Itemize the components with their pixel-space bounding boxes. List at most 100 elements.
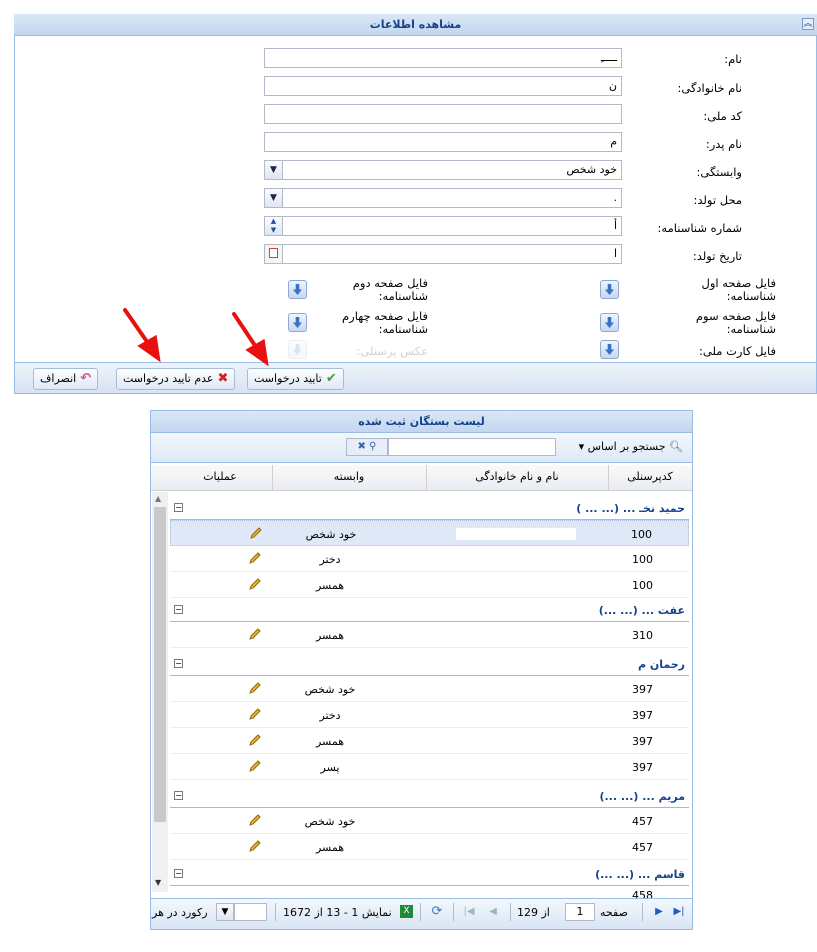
group-header[interactable]: − مریم ... (... ...) <box>170 784 689 808</box>
column-divider[interactable] <box>272 465 273 491</box>
last-page-icon[interactable]: |◀ <box>462 905 476 919</box>
row-name-redacted <box>455 579 575 591</box>
field-label-id-number: شماره شناسنامه: <box>657 221 742 235</box>
collapse-group-icon[interactable]: − <box>174 503 183 512</box>
birth-date-value: ا <box>613 247 617 260</box>
row-name-redacted <box>455 629 575 641</box>
upload-page4-icon[interactable] <box>288 313 307 332</box>
table-row[interactable]: 457 همسر <box>170 834 689 860</box>
column-divider[interactable] <box>426 465 427 491</box>
edit-pencil-icon[interactable] <box>248 759 262 773</box>
first-name-input[interactable]: ـــــِ <box>264 48 622 68</box>
edit-pencil-icon[interactable] <box>248 733 262 747</box>
table-row[interactable]: 397 همسر <box>170 728 689 754</box>
calendar-icon[interactable] <box>265 245 283 263</box>
grid-header: لیست بستگان ثبت شده <box>151 411 692 433</box>
clear-icon[interactable]: ✖ <box>358 441 366 452</box>
edit-pencil-icon[interactable] <box>248 551 262 565</box>
group-header[interactable]: − عفت ... (... ...) <box>170 598 689 622</box>
collapse-icon[interactable]: ︽ <box>802 18 814 30</box>
edit-pencil-icon[interactable] <box>248 577 262 591</box>
undo-icon: ↶ <box>80 371 92 386</box>
scroll-down-icon[interactable]: ▼ <box>155 878 161 887</box>
birth-date-input[interactable]: ا <box>264 244 622 264</box>
id-number-input[interactable]: أ ▲ ▼ <box>264 216 622 236</box>
collapse-group-icon[interactable]: − <box>174 659 183 668</box>
column-header-operations[interactable]: عملیات <box>168 470 272 483</box>
table-row[interactable]: 100 دختر <box>170 546 689 572</box>
edit-pencil-icon[interactable] <box>248 627 262 641</box>
group-header[interactable]: − حمید نخـ ... (... ... ) <box>170 496 689 520</box>
dependency-select[interactable]: خود شخص ▼ <box>264 160 622 180</box>
table-row[interactable]: 100 خود شخص <box>170 520 689 546</box>
chevron-down-icon[interactable]: ▼ <box>265 161 283 179</box>
row-code: 100 <box>632 553 653 566</box>
column-header-code[interactable]: کدپرسنلی <box>608 470 692 483</box>
reject-request-button[interactable]: ✖عدم تایید درخواست <box>116 368 236 390</box>
column-divider[interactable] <box>608 465 609 491</box>
edit-pencil-icon[interactable] <box>248 839 262 853</box>
upload-national-card-icon[interactable] <box>600 340 619 359</box>
table-row[interactable]: 100 همسر <box>170 572 689 598</box>
table-row[interactable]: 310 همسر <box>170 622 689 648</box>
column-header-dependency[interactable]: وابسته <box>272 470 426 483</box>
row-code: 397 <box>632 761 653 774</box>
previous-page-icon[interactable]: ▶ <box>652 905 666 919</box>
upload-photo-icon[interactable] <box>288 340 307 359</box>
group-header[interactable]: − رحمان م <box>170 652 689 676</box>
table-row[interactable]: 397 خود شخص <box>170 676 689 702</box>
search-icon[interactable]: ⚲ <box>369 441 376 452</box>
page-number-input[interactable]: 1 <box>565 903 595 921</box>
dependency-value: خود شخص <box>566 163 617 176</box>
page-size-dropdown-icon[interactable]: ▼ <box>216 903 234 921</box>
upload-page3-icon[interactable] <box>600 313 619 332</box>
search-by-dropdown[interactable]: 🔍︎ جستجو بر اساس ▾ <box>565 440 683 453</box>
group-title: عفت ... (... ...) <box>598 604 685 617</box>
next-page-icon[interactable]: ◀ <box>486 905 500 919</box>
scrollbar-thumb[interactable] <box>154 507 166 822</box>
father-name-input[interactable]: م <box>264 132 622 152</box>
table-row[interactable]: 397 دختر <box>170 702 689 728</box>
row-name-redacted <box>455 683 575 695</box>
upload-page2-icon[interactable] <box>288 280 307 299</box>
row-dependency: همسر <box>315 841 345 854</box>
last-name-input[interactable]: ن <box>264 76 622 96</box>
upload-page1-icon[interactable] <box>600 280 619 299</box>
collapse-group-icon[interactable]: − <box>174 605 183 614</box>
group-title: حمید نخـ ... (... ... ) <box>576 502 685 515</box>
search-input[interactable] <box>388 438 556 456</box>
check-icon: ✔ <box>325 371 337 386</box>
scroll-up-icon[interactable]: ▲ <box>155 494 161 503</box>
table-row[interactable]: 457 خود شخص <box>170 808 689 834</box>
pager-divider <box>453 903 454 921</box>
birth-place-select[interactable]: . ▼ <box>264 188 622 208</box>
refresh-icon[interactable]: ⟳ <box>430 905 444 919</box>
chevron-down-icon[interactable]: ▼ <box>265 189 283 207</box>
edit-pencil-icon[interactable] <box>248 707 262 721</box>
page-size-input[interactable] <box>234 903 267 921</box>
approve-request-button[interactable]: ✔تایید درخواست <box>247 368 344 390</box>
column-header-name[interactable]: نام و نام خانوادگی <box>426 470 608 483</box>
row-name-redacted <box>455 553 575 565</box>
row-dependency: دختر <box>319 553 341 566</box>
edit-pencil-icon[interactable] <box>248 813 262 827</box>
first-page-icon[interactable]: ▶| <box>672 905 686 919</box>
national-code-input[interactable] <box>264 104 622 124</box>
edit-pencil-icon[interactable] <box>249 526 263 540</box>
group-header[interactable]: − قاسم ... (... ...) <box>170 862 689 886</box>
table-row[interactable]: 397 پسر <box>170 754 689 780</box>
upload-label-page1: فایل صفحه اول شناسنامه: <box>701 276 777 303</box>
table-row-partial[interactable]: 458 <box>170 886 689 898</box>
collapse-group-icon[interactable]: − <box>174 791 183 800</box>
excel-export-icon[interactable]: X <box>400 905 413 918</box>
row-dependency: همسر <box>315 629 345 642</box>
search-buttons[interactable]: ✖ ⚲ <box>346 438 388 456</box>
collapse-group-icon[interactable]: − <box>174 869 183 878</box>
edit-pencil-icon[interactable] <box>248 681 262 695</box>
row-name-redacted <box>456 528 576 540</box>
row-dependency: دختر <box>319 709 341 722</box>
spinner-icon[interactable]: ▲ ▼ <box>265 217 283 235</box>
cancel-button[interactable]: ↶انصراف <box>33 368 99 390</box>
pager-divider <box>642 903 643 921</box>
row-dependency: خود شخص <box>305 528 357 541</box>
